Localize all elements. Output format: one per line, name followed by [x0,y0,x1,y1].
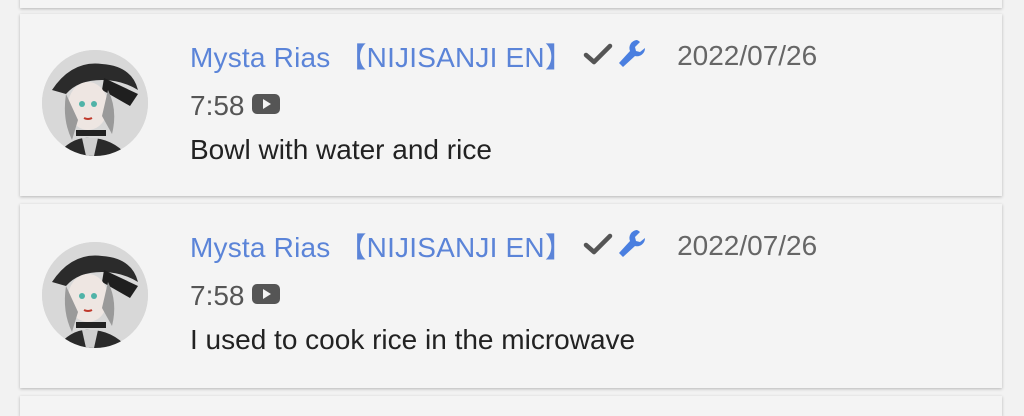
avatar-image [42,50,148,156]
avatar[interactable] [42,50,148,156]
comment-text: I used to cook rice in the microwave [190,324,636,355]
youtube-play-icon[interactable] [251,280,281,312]
check-icon [583,232,613,261]
comment-card: Mysta Rias 【NIJISANJI EN】 2022/07/26 7:5… [20,14,1002,196]
author-name[interactable]: Mysta Rias 【NIJISANJI EN】 [190,226,573,266]
comment-header: Mysta Rias 【NIJISANJI EN】 2022/07/26 [190,226,817,266]
avatar[interactable] [42,242,148,348]
comment-date: 2022/07/26 [677,230,818,261]
comment-date: 2022/07/26 [677,40,818,71]
author-name[interactable]: Mysta Rias 【NIJISANJI EN】 [190,36,573,76]
timestamp-label[interactable]: 7:58 [190,280,245,312]
comment-header: Mysta Rias 【NIJISANJI EN】 2022/07/26 [190,36,817,76]
wrench-icon [617,228,647,265]
check-icon [583,42,613,71]
comment-text: Bowl with water and rice [190,134,492,165]
timestamp-label[interactable]: 7:58 [190,90,245,122]
video-timestamp[interactable]: 7:58 [190,276,281,316]
video-timestamp[interactable]: 7:58 [190,86,281,126]
avatar-image [42,242,148,348]
comment-card-partial-bottom [20,396,1002,416]
comment-card-partial-top [20,0,1002,8]
wrench-icon [617,38,647,75]
comment-card: Mysta Rias 【NIJISANJI EN】 2022/07/26 7:5… [20,204,1002,388]
youtube-play-icon[interactable] [251,90,281,122]
